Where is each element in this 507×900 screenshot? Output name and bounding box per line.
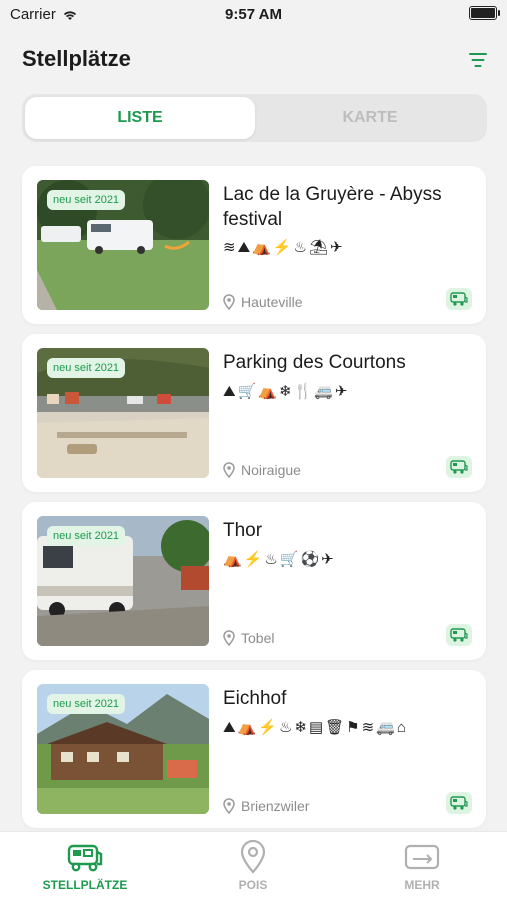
filter-line [471,59,485,62]
place-card[interactable]: neu seit 2021 Lac de la Gruyère - Abyss … [22,166,486,324]
place-title: Parking des Courtons [223,352,406,373]
bottom-tab-bar: STELLPLÄTZE POIS MEHR [0,831,507,900]
tab-label: STELLPLÄTZE [42,878,128,892]
place-thumbnail: neu seit 2021 [37,180,209,310]
battery-icon [469,6,500,20]
tab-label: POIS [238,878,268,892]
amenity-icons: ≋⛰⛺⚡♨⛱✈ [223,239,345,256]
status-time: 9:57 AM [225,6,282,23]
camper-van-icon [67,844,103,872]
location-pin-icon [240,840,266,874]
tab-stellplaetze[interactable]: STELLPLÄTZE [25,840,145,892]
amenity-icons: ⛰🛒⛺❄🍴🚐✈ [223,383,350,400]
battery-fill [471,8,495,18]
tab-label: MEHR [404,878,440,892]
location-label: Brienzwiler [241,798,310,814]
camper-icon [446,624,472,646]
camper-icon [446,792,472,814]
new-badge: neu seit 2021 [47,694,126,714]
amenity-icons: ⛰⛺⚡♨❄▤🗑⚑≋🚐⌂ [223,719,408,736]
filter-line [474,65,482,68]
place-title: Lac de la Gruyère - Abyss festival [223,184,442,230]
tab-liste[interactable]: LISTE [25,97,255,139]
filter-icon[interactable] [467,50,489,70]
place-card[interactable]: neu seit 2021 Eichhof ⛰⛺⚡♨❄▤🗑⚑≋🚐⌂ Brienz… [22,670,486,828]
location-pin-icon [223,462,235,478]
place-title: Eichhof [223,688,287,709]
view-segmented-control: LISTE KARTE [22,94,487,142]
place-card[interactable]: neu seit 2021 Parking des Courtons ⛰🛒⛺❄🍴… [22,334,486,492]
camper-icon [446,288,472,310]
amenity-icons: ⛺⚡♨🛒⚽✈ [223,551,336,568]
tab-pois[interactable]: POIS [193,840,313,892]
location: Noiraigue [223,462,301,478]
location-label: Hauteville [241,294,303,310]
place-thumbnail: neu seit 2021 [37,684,209,814]
location-pin-icon [223,294,235,310]
location-label: Tobel [241,630,275,646]
camper-icon [446,456,472,478]
page-title: Stellplätze [22,46,131,71]
place-title: Thor [223,520,263,541]
place-thumbnail: neu seit 2021 [37,516,209,646]
location: Tobel [223,630,274,646]
location-pin-icon [223,798,235,814]
location-pin-icon [223,630,235,646]
new-badge: neu seit 2021 [47,526,126,546]
more-menu-icon [404,844,440,870]
new-badge: neu seit 2021 [47,190,126,210]
location: Hauteville [223,294,302,310]
tab-karte[interactable]: KARTE [255,97,485,139]
status-bar: Carrier 9:57 AM [0,0,507,28]
place-thumbnail: neu seit 2021 [37,348,209,478]
tab-mehr[interactable]: MEHR [362,840,482,892]
new-badge: neu seit 2021 [47,358,126,378]
filter-line [469,53,487,56]
location-label: Noiraigue [241,462,301,478]
place-card[interactable]: neu seit 2021 Thor ⛺⚡♨🛒⚽✈ Tobel [22,502,486,660]
location: Brienzwiler [223,798,309,814]
